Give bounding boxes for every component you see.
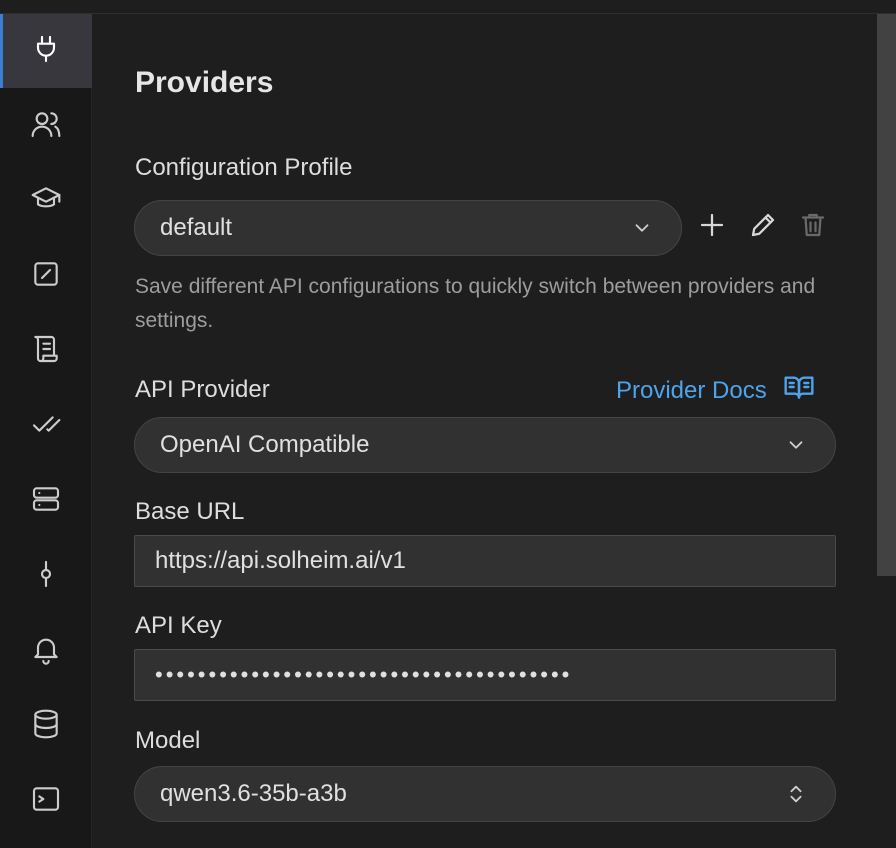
sidebar-item-education[interactable]	[0, 164, 92, 238]
sidebar-item-terminal[interactable]	[0, 764, 92, 838]
api-key-label: API Key	[135, 612, 222, 639]
sidebar-item-scroll[interactable]	[0, 314, 92, 388]
git-commit-icon	[30, 558, 62, 595]
chevrons-up-down-icon	[785, 783, 807, 805]
provider-docs-link[interactable]: Provider Docs	[616, 371, 815, 410]
sidebar-item-server[interactable]	[0, 464, 92, 538]
terminal-icon	[30, 783, 62, 820]
database-icon	[30, 708, 62, 745]
sidebar-item-git-commit[interactable]	[0, 539, 92, 613]
users-icon	[30, 108, 62, 145]
sidebar-item-providers[interactable]	[0, 14, 92, 88]
scroll-icon	[30, 333, 62, 370]
sidebar-item-notifications[interactable]	[0, 614, 92, 688]
bell-icon	[30, 633, 62, 670]
graduation-cap-icon	[30, 183, 62, 220]
chevron-down-icon	[785, 434, 807, 456]
configuration-profile-description: Save different API configurations to qui…	[135, 275, 816, 332]
sidebar-item-database[interactable]	[0, 689, 92, 763]
configuration-profile-label: Configuration Profile	[135, 154, 353, 181]
chevron-down-icon	[631, 217, 653, 239]
trash-icon	[798, 210, 828, 245]
square-pen-icon	[30, 258, 62, 295]
model-label: Model	[135, 727, 201, 754]
api-key-value: •••••••••••••••••••••••••••••••••••••••	[155, 662, 573, 687]
sidebar-item-users[interactable]	[0, 89, 92, 163]
pencil-icon	[748, 210, 778, 245]
top-bar	[0, 0, 896, 14]
scrollbar-thumb[interactable]	[877, 14, 896, 576]
plus-icon	[697, 210, 727, 245]
plug-icon	[30, 33, 62, 70]
provider-docs-label: Provider Docs	[616, 376, 767, 404]
configuration-profile-select[interactable]: default	[134, 200, 682, 256]
api-provider-label: API Provider	[135, 376, 270, 403]
api-key-input[interactable]: •••••••••••••••••••••••••••••••••••••••	[134, 649, 836, 701]
page-title: Providers	[135, 66, 274, 99]
rename-profile-button[interactable]	[743, 207, 783, 247]
sidebar-item-edit[interactable]	[0, 239, 92, 313]
api-provider-value: OpenAI Compatible	[160, 431, 370, 458]
configuration-profile-value: default	[160, 214, 233, 241]
api-provider-select[interactable]: OpenAI Compatible	[134, 417, 836, 473]
delete-profile-button[interactable]	[793, 207, 833, 247]
model-select[interactable]: qwen3.6-35b-a3b	[134, 766, 836, 822]
settings-content: Providers Configuration Profile default …	[92, 14, 878, 848]
base-url-input[interactable]: https://api.solheim.ai/v1	[134, 535, 836, 587]
book-open-icon	[767, 371, 815, 410]
sidebar-item-checks[interactable]	[0, 389, 92, 463]
base-url-label: Base URL	[135, 498, 245, 525]
model-value: qwen3.6-35b-a3b	[160, 780, 347, 807]
check-check-icon	[30, 408, 62, 445]
server-icon	[30, 483, 62, 520]
base-url-value: https://api.solheim.ai/v1	[155, 547, 406, 574]
settings-sidebar	[0, 14, 92, 848]
add-profile-button[interactable]	[692, 207, 732, 247]
